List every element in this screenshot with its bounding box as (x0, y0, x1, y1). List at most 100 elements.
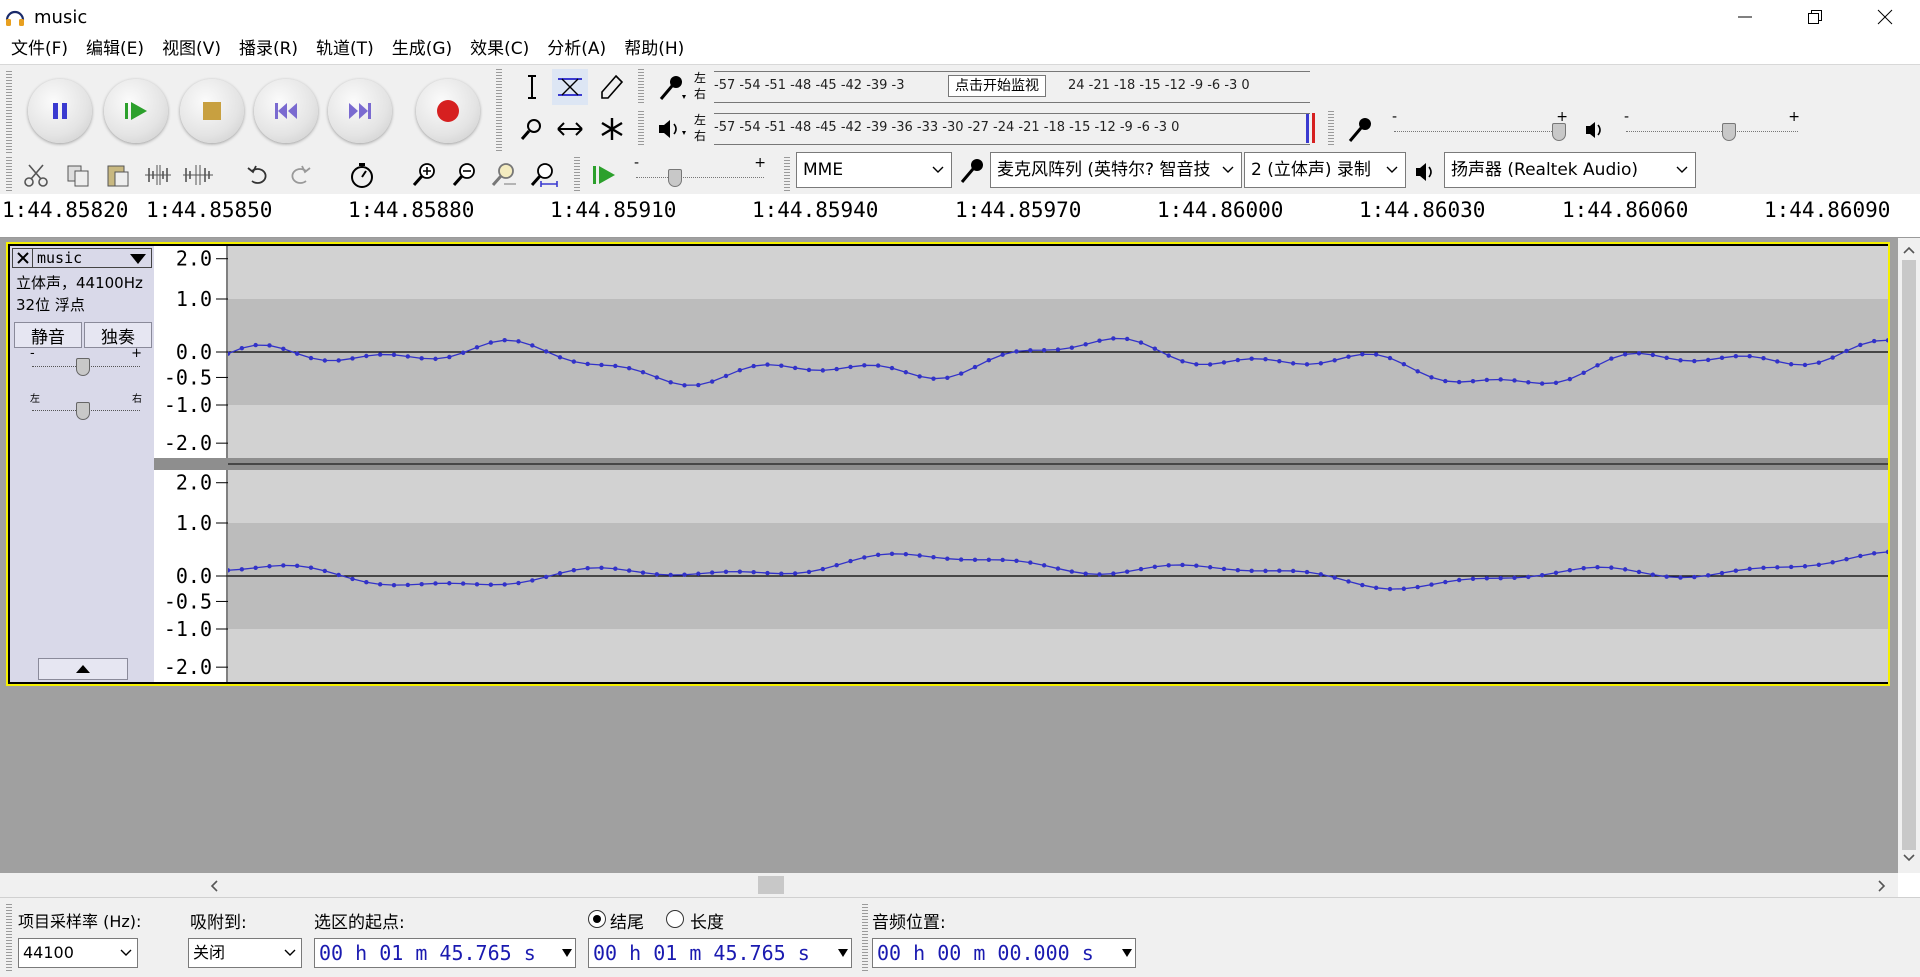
track-name-menu[interactable]: music (37, 249, 82, 267)
zoom-in-button[interactable] (406, 157, 442, 193)
tracks-area[interactable]: music 立体声，44100Hz 32位 浮点 静音 独奏 - + 左 右 2… (0, 238, 1898, 873)
menu-edit[interactable]: 编辑(E) (77, 34, 153, 64)
play-speed-slider[interactable]: - + (632, 155, 768, 189)
selection-end-time[interactable]: 00 h 01 m 45.765 s (588, 938, 852, 968)
menu-view[interactable]: 视图(V) (153, 34, 230, 64)
record-volume-slider[interactable]: - + (1390, 109, 1570, 143)
fit-project-button[interactable] (526, 157, 562, 193)
toolbar-grip[interactable] (6, 157, 12, 191)
length-radio-label[interactable]: 长度 (690, 908, 724, 933)
selection-start-time[interactable]: 00 h 01 m 45.765 s (314, 938, 576, 968)
playback-volume-slider[interactable]: - + (1622, 109, 1802, 143)
horizontal-scroll-thumb[interactable] (758, 876, 784, 894)
solo-button[interactable]: 独奏 (84, 322, 152, 348)
zoom-out-button[interactable] (446, 157, 482, 193)
record-button[interactable] (416, 79, 480, 143)
mute-button[interactable]: 静音 (14, 322, 82, 348)
waveform-display[interactable] (225, 246, 1891, 682)
draw-tool-button[interactable] (594, 69, 630, 105)
chevron-up-icon[interactable] (1902, 244, 1916, 256)
timeline-ruler[interactable]: 1:44.85820 1:44.85850 1:44.85880 1:44.85… (0, 194, 1920, 238)
minimize-button[interactable] (1710, 0, 1780, 34)
play-button[interactable] (104, 79, 168, 143)
audio-host-select[interactable]: MME (796, 152, 952, 188)
zoom-tool-button[interactable] (514, 111, 550, 147)
triangle-down-icon[interactable] (837, 947, 849, 959)
chevron-down-icon[interactable] (1902, 852, 1916, 864)
time-shift-tool-button[interactable] (552, 111, 588, 147)
menu-help[interactable]: 帮助(H) (615, 34, 693, 64)
toolbar-grip[interactable] (6, 904, 12, 972)
undo-button[interactable] (240, 157, 276, 193)
slider-thumb[interactable] (1552, 123, 1566, 141)
toolbar-grip[interactable] (638, 69, 644, 105)
triangle-down-icon[interactable] (129, 253, 147, 265)
playback-device-select[interactable]: 扬声器 (Realtek Audio) (1444, 152, 1696, 188)
slider-thumb[interactable] (76, 402, 90, 420)
snap-to-select[interactable]: 关闭 (188, 938, 302, 968)
selection-tool-button[interactable] (514, 69, 550, 105)
pause-button[interactable] (28, 79, 92, 143)
waveform-sample-point (502, 337, 507, 343)
cut-button[interactable] (18, 157, 54, 193)
monitor-tooltip[interactable]: 点击开始监视 (948, 75, 1046, 97)
slider-thumb[interactable] (76, 358, 90, 376)
toolbar-grip[interactable] (638, 111, 644, 147)
menu-generate[interactable]: 生成(G) (383, 34, 461, 64)
copy-button[interactable] (60, 157, 96, 193)
stop-button[interactable] (180, 79, 244, 143)
vertical-scrollbar[interactable] (1898, 238, 1920, 873)
envelope-tool-button[interactable] (552, 69, 588, 105)
menu-effect[interactable]: 效果(C) (461, 34, 538, 64)
triangle-down-icon[interactable] (1121, 947, 1133, 959)
timer-record-button[interactable] (344, 157, 380, 193)
track-close-button[interactable] (13, 249, 33, 267)
redo-button[interactable] (282, 157, 318, 193)
vertical-ruler[interactable]: 2.0 1.0 0.0 -0.5 -1.0 -2.0 2.0 1.0 0.0 -0.5 -1.0 -2… (154, 246, 228, 682)
slider-thumb[interactable] (1722, 123, 1736, 141)
slider-thumb[interactable] (668, 169, 682, 187)
play-at-speed-button[interactable] (586, 157, 622, 193)
restore-icon (1808, 10, 1822, 24)
audio-position-time[interactable]: 00 h 00 m 00.000 s (872, 938, 1136, 968)
multi-tool-button[interactable] (594, 111, 630, 147)
menu-analyze[interactable]: 分析(A) (538, 34, 615, 64)
end-radio-label[interactable]: 结尾 (610, 908, 644, 933)
menu-transport[interactable]: 播录(R) (230, 34, 307, 64)
silence-button[interactable] (180, 157, 216, 193)
playback-meter[interactable]: 左 右 -57 -54 -51 -48 -45 -42 -39 -36 -33 … (648, 111, 1318, 147)
menu-tracks[interactable]: 轨道(T) (307, 34, 383, 64)
project-rate-select[interactable]: 44100 (18, 938, 138, 968)
skip-to-end-button[interactable] (328, 79, 392, 143)
trim-button[interactable] (140, 157, 176, 193)
recording-device-select[interactable]: 麦克风阵列 (英特尔? 智音技 (990, 152, 1242, 188)
horizontal-scrollbar[interactable] (0, 873, 1898, 897)
toolbar-grip[interactable] (1328, 111, 1334, 147)
fit-selection-button[interactable] (486, 157, 522, 193)
toolbar-grip[interactable] (6, 71, 12, 153)
length-radio[interactable] (666, 910, 684, 928)
end-radio[interactable] (588, 910, 606, 928)
restore-button[interactable] (1780, 0, 1850, 34)
chevron-left-icon[interactable] (208, 879, 220, 893)
pan-slider[interactable]: 左 右 (30, 394, 142, 428)
chevron-right-icon[interactable] (1876, 879, 1888, 893)
vertical-scroll-thumb[interactable] (1902, 260, 1916, 850)
toolbar-grip[interactable] (862, 904, 868, 972)
collapse-track-button[interactable] (38, 658, 128, 680)
triangle-down-icon[interactable] (561, 947, 573, 959)
toolbar-grip[interactable] (574, 157, 580, 191)
waveform-sample-point (239, 567, 245, 572)
paste-button[interactable] (100, 157, 136, 193)
recording-channels-select[interactable]: 2 (立体声) 录制 (1244, 152, 1406, 188)
toolbar-grip[interactable] (496, 69, 502, 153)
menu-file[interactable]: 文件(F) (2, 34, 77, 64)
close-button[interactable] (1850, 0, 1920, 34)
waveform-sample-point (737, 569, 743, 574)
gain-slider[interactable]: - + (30, 346, 142, 382)
toolbar-grip[interactable] (784, 157, 790, 191)
track-control-panel[interactable]: music 立体声，44100Hz 32位 浮点 静音 独奏 - + 左 右 (10, 246, 154, 682)
skip-to-start-button[interactable] (254, 79, 318, 143)
audio-track[interactable]: music 立体声，44100Hz 32位 浮点 静音 独奏 - + 左 右 2… (6, 242, 1891, 686)
record-meter[interactable]: 左 右 -57 -54 -51 -48 -45 -42 -39 -3 点击开始监… (648, 69, 1318, 105)
